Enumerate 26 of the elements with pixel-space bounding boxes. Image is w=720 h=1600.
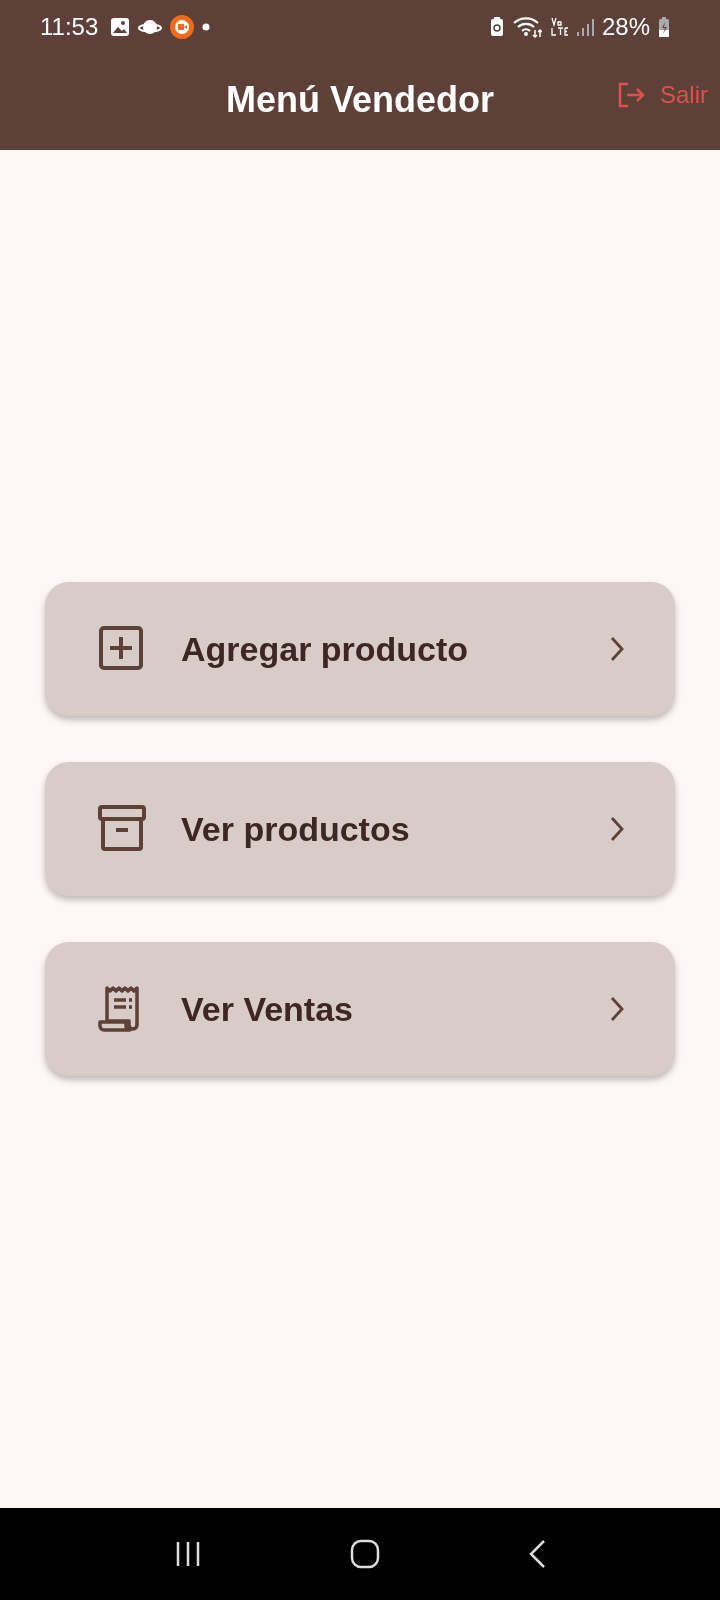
signal-icon (575, 17, 594, 37)
volte-icon (549, 16, 568, 38)
camera-app-icon (170, 15, 195, 39)
battery-saver-icon (489, 17, 504, 37)
battery-icon (658, 16, 670, 38)
archive-box-icon (97, 804, 147, 854)
gallery-icon (110, 17, 131, 37)
wifi-icon (511, 16, 542, 38)
chevron-right-icon (609, 995, 625, 1023)
menu-card[interactable]: Ver productos (45, 762, 675, 896)
recents-icon[interactable] (174, 1541, 202, 1567)
menu-label: Agregar producto (181, 629, 470, 669)
home-icon[interactable] (350, 1539, 380, 1569)
menu-card[interactable]: Agregar producto (45, 582, 675, 716)
planet-icon (138, 17, 163, 37)
chevron-right-icon (609, 815, 625, 843)
chevron-right-icon (609, 635, 625, 663)
logout-icon (616, 80, 646, 110)
battery-percentage: 28% (601, 13, 650, 41)
clock: 11:53 (40, 13, 99, 41)
menu-label: Ver productos (181, 809, 411, 849)
menu-label: Ver Ventas (181, 989, 354, 1029)
back-icon[interactable] (528, 1539, 546, 1569)
menu-card[interactable]: Ver Ventas (45, 942, 675, 1076)
dot-icon (202, 23, 211, 31)
app-bar-title: Menú Vendedor (226, 79, 494, 121)
